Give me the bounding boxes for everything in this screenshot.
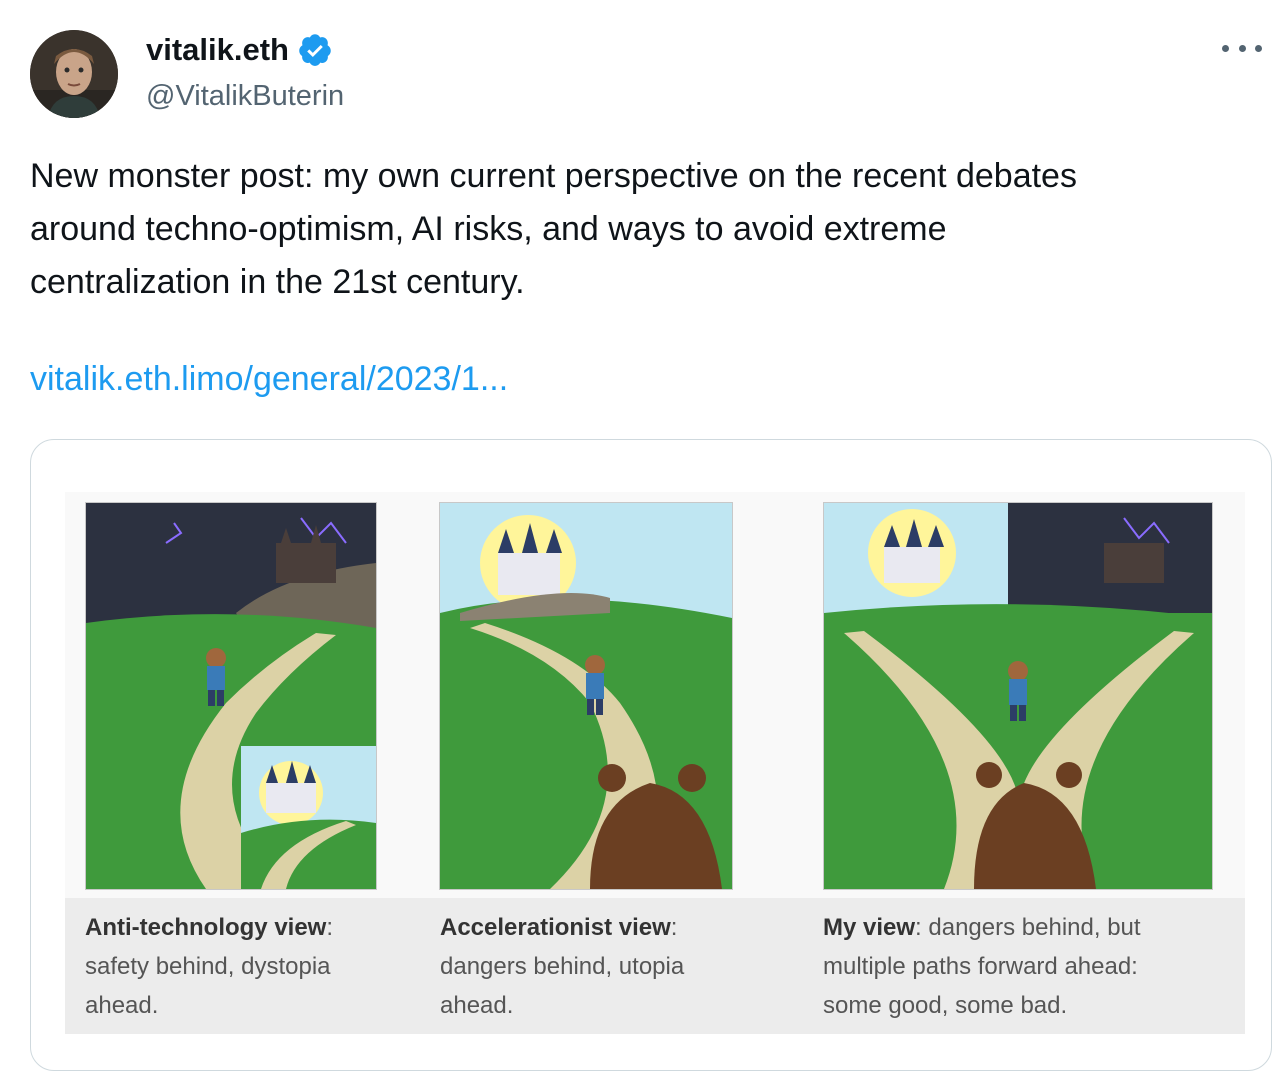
caption-2-title: Accelerationist view bbox=[440, 914, 671, 941]
panel-accelerationist bbox=[439, 502, 733, 890]
author-handle[interactable]: @VitalikButerin bbox=[146, 80, 344, 113]
more-dot bbox=[1238, 44, 1246, 52]
tweet-text: New monster post: my own current perspec… bbox=[30, 157, 1077, 301]
caption-1-desc: safety behind, dystopia ahead. bbox=[85, 953, 331, 1019]
more-dot bbox=[1255, 44, 1262, 52]
panel-my-view bbox=[823, 502, 1213, 890]
card-image: Anti-technology view: safety behind, dys… bbox=[65, 492, 1245, 1034]
captions-strip: Anti-technology view: safety behind, dys… bbox=[65, 898, 1245, 1034]
panel-anti-technology bbox=[85, 502, 377, 890]
caption-1-title: Anti-technology view bbox=[85, 914, 327, 941]
caption-2-desc: dangers behind, utopia ahead. bbox=[440, 953, 685, 1019]
author-avatar[interactable] bbox=[30, 30, 118, 118]
caption-3-title: My view bbox=[823, 914, 916, 941]
tweet-link[interactable]: vitalik.eth.limo/general/2023/1... bbox=[30, 360, 508, 399]
more-dots-icon bbox=[1222, 44, 1229, 52]
caption-3-sep: : bbox=[915, 914, 922, 941]
more-options-button[interactable] bbox=[1222, 36, 1262, 60]
link-preview-card[interactable]: Anti-technology view: safety behind, dys… bbox=[30, 439, 1272, 1071]
verified-badge-icon bbox=[299, 34, 331, 66]
caption-2: Accelerationist view: dangers behind, ut… bbox=[440, 908, 760, 1025]
caption-3: My view: dangers behind, but multiple pa… bbox=[823, 908, 1223, 1025]
author-name-row[interactable]: vitalik.eth bbox=[146, 32, 333, 68]
caption-2-sep: : bbox=[670, 914, 678, 941]
author-name[interactable]: vitalik.eth bbox=[146, 32, 289, 68]
caption-1-sep: : bbox=[326, 914, 334, 941]
caption-1: Anti-technology view: safety behind, dys… bbox=[85, 908, 395, 1025]
